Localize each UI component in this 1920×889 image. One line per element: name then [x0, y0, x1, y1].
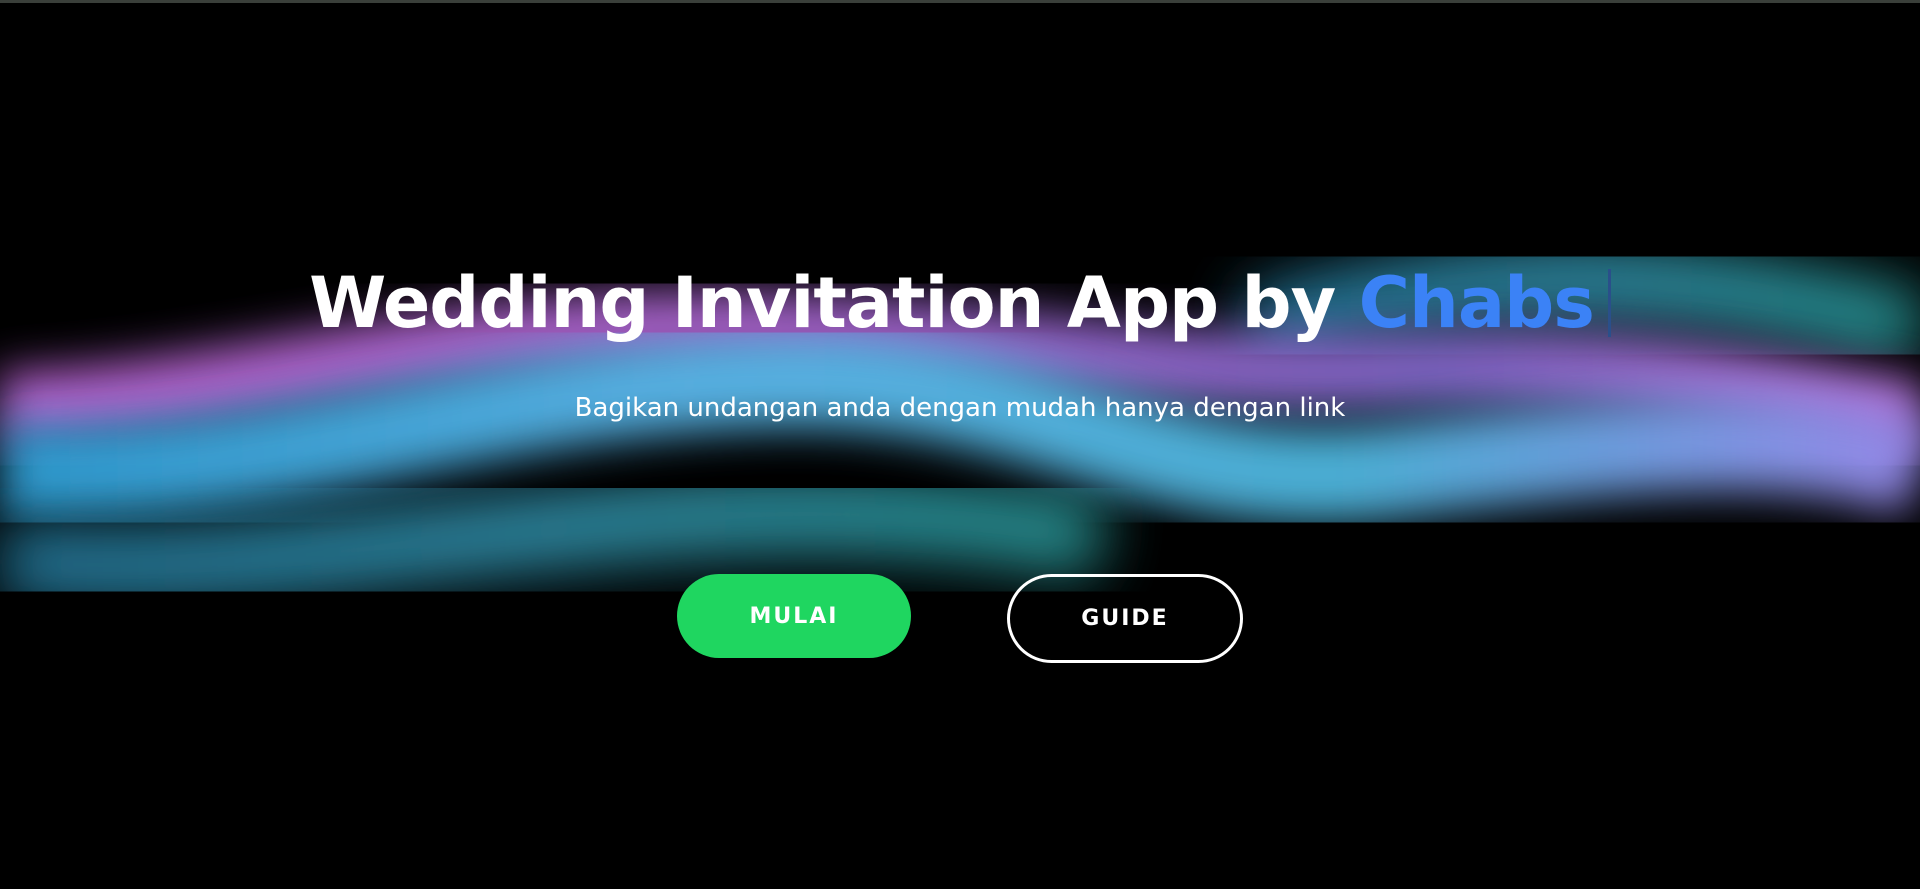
start-button[interactable]: MULAI	[677, 574, 911, 658]
hero-section: Wedding Invitation App by Chabs Bagikan …	[0, 0, 1920, 889]
typing-cursor	[1607, 269, 1611, 337]
guide-button[interactable]: GUIDE	[1007, 574, 1243, 663]
hero-subtitle: Bagikan undangan anda dengan mudah hanya…	[574, 393, 1346, 423]
hero-title-accent: Chabs	[1358, 262, 1595, 344]
hero-title-main: Wedding Invitation App by	[309, 262, 1359, 344]
hero-title: Wedding Invitation App by Chabs	[0, 258, 1920, 348]
